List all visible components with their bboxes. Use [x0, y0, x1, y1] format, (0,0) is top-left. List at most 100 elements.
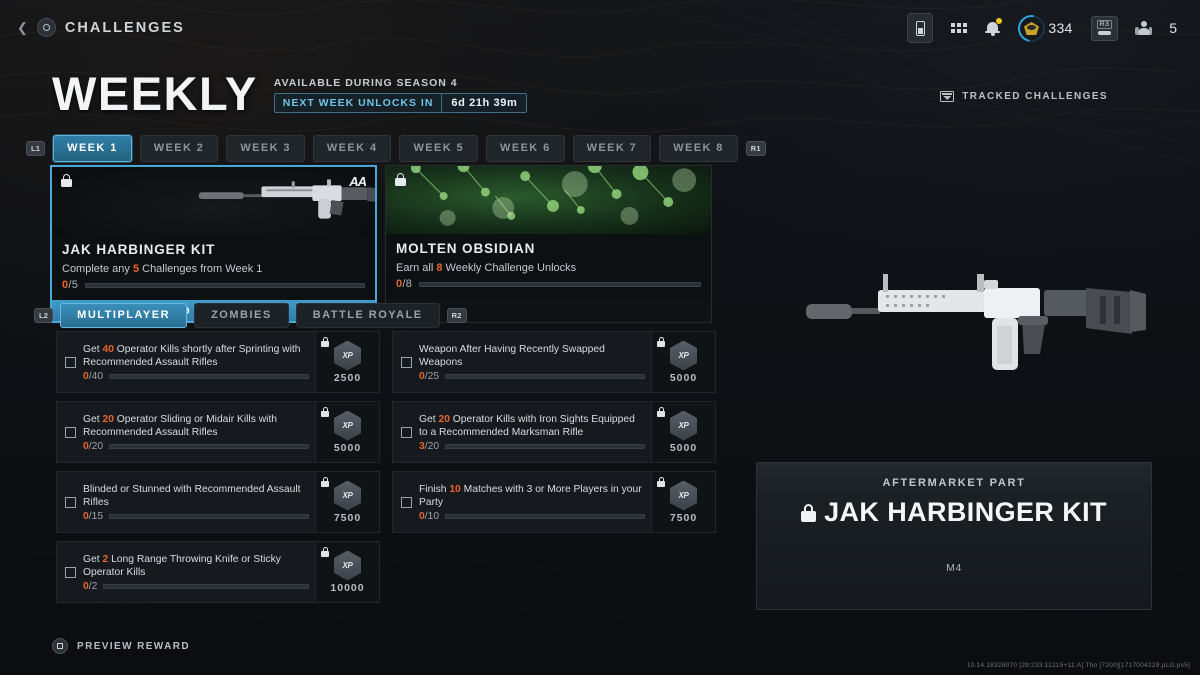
- lock-icon: [801, 504, 816, 522]
- reward-card-info: MOLTEN OBSIDIAN Earn all 8 Weekly Challe…: [386, 234, 711, 299]
- challenge-description: Get 20 Operator Sliding or Midair Kills …: [83, 413, 309, 439]
- progress-total: /40: [89, 371, 103, 382]
- challenge-content: Weapon After Having Recently Swapped Wea…: [393, 332, 651, 392]
- challenge-reward: XP2500: [315, 332, 379, 392]
- tab-week-6[interactable]: WEEK 6: [486, 135, 565, 162]
- challenge-description: Finish 10 Matches with 3 or More Players…: [419, 483, 645, 509]
- challenge-row[interactable]: Blinded or Stunned with Recommended Assa…: [56, 471, 380, 533]
- progress-bar: [109, 374, 309, 379]
- challenge-checkbox[interactable]: [65, 357, 76, 368]
- xp-amount: 2500: [334, 372, 361, 384]
- challenge-progress: 0/10: [419, 511, 645, 522]
- xp-badge-icon: XP: [334, 341, 361, 371]
- progress-total: /25: [425, 371, 439, 382]
- page-title-row: WEEKLY AVAILABLE DURING SEASON 4 NEXT WE…: [52, 72, 527, 117]
- breadcrumb: CHALLENGES: [65, 20, 185, 36]
- lock-icon: [321, 407, 329, 417]
- tab-zombies[interactable]: ZOMBIES: [194, 303, 289, 328]
- challenge-text-block: Get 20 Operator Sliding or Midair Kills …: [83, 413, 309, 452]
- party-button[interactable]: [1127, 12, 1160, 44]
- preview-reward-button[interactable]: PREVIEW REWARD: [52, 638, 190, 654]
- challenge-checkbox[interactable]: [65, 427, 76, 438]
- reward-cards: AA: [50, 165, 712, 323]
- challenge-checkbox[interactable]: [401, 497, 412, 508]
- challenge-progress: 0/25: [419, 371, 645, 382]
- challenge-checkbox[interactable]: [65, 567, 76, 578]
- tracked-challenges-label: TRACKED CHALLENGES: [962, 91, 1108, 102]
- lock-icon: [657, 337, 665, 347]
- xp-amount: 5000: [670, 442, 697, 454]
- lock-icon: [321, 547, 329, 557]
- tab-battle-royale[interactable]: BATTLE ROYALE: [296, 303, 440, 328]
- tab-week-3[interactable]: WEEK 3: [226, 135, 305, 162]
- challenge-content: Get 20 Operator Sliding or Midair Kills …: [57, 402, 315, 462]
- unlock-timer-value: 6d 21h 39m: [441, 94, 526, 112]
- r3-key-icon: R3: [1091, 16, 1119, 41]
- battery-cell[interactable]: [898, 12, 942, 44]
- tab-week-5[interactable]: WEEK 5: [399, 135, 478, 162]
- notifications-button[interactable]: [976, 12, 1009, 44]
- challenges-screen: ❮ CHALLENGES 334 R3: [0, 0, 1200, 675]
- progress-bar: [109, 514, 309, 519]
- reward-card-molten-obsidian[interactable]: MOLTEN OBSIDIAN Earn all 8 Weekly Challe…: [385, 165, 712, 323]
- challenge-checkbox[interactable]: [401, 357, 412, 368]
- reward-detail-panel: AFTERMARKET PART JAK HARBINGER KIT M4: [756, 462, 1152, 610]
- page-title: WEEKLY: [52, 72, 258, 117]
- tab-week-2[interactable]: WEEK 2: [140, 135, 219, 162]
- progress-total: /8: [402, 278, 412, 290]
- challenge-row[interactable]: Weapon After Having Recently Swapped Wea…: [392, 331, 716, 393]
- reward-card-description: Earn all 8 Weekly Challenge Unlocks: [396, 262, 701, 274]
- progress-bar: [109, 444, 309, 449]
- title-meta: AVAILABLE DURING SEASON 4 NEXT WEEK UNLO…: [274, 77, 528, 117]
- xp-amount: 5000: [670, 372, 697, 384]
- challenge-reward: XP5000: [315, 402, 379, 462]
- back-chevron-icon[interactable]: ❮: [17, 21, 28, 34]
- challenge-row[interactable]: Get 20 Operator Kills with Iron Sights E…: [392, 401, 716, 463]
- left-bumper-hint: L1: [26, 141, 45, 156]
- progress-total: /5: [68, 279, 78, 291]
- reward-card-name: MOLTEN OBSIDIAN: [396, 241, 701, 256]
- weapon-preview: [756, 232, 1152, 400]
- challenge-list: Get 40 Operator Kills shortly after Spri…: [56, 331, 716, 603]
- reward-card-jak-harbinger-kit[interactable]: AA: [50, 165, 377, 323]
- detail-base-weapon: M4: [757, 562, 1151, 574]
- challenge-checkbox[interactable]: [401, 427, 412, 438]
- tracked-challenges-button[interactable]: TRACKED CHALLENGES: [940, 91, 1108, 102]
- progress-total: /10: [425, 511, 439, 522]
- challenge-row[interactable]: Get 2 Long Range Throwing Knife or Stick…: [56, 541, 380, 603]
- lock-icon: [395, 173, 406, 186]
- challenge-reward: XP5000: [651, 332, 715, 392]
- back-navigation[interactable]: ❮ CHALLENGES: [0, 18, 185, 37]
- rank-level: 334: [1048, 20, 1072, 36]
- challenge-checkbox[interactable]: [65, 497, 76, 508]
- challenge-description: Blinded or Stunned with Recommended Assa…: [83, 483, 309, 509]
- progress-total: /20: [425, 441, 439, 452]
- challenge-row[interactable]: Finish 10 Matches with 3 or More Players…: [392, 471, 716, 533]
- challenge-progress: 0/15: [83, 511, 309, 522]
- reward-card-art: AA: [52, 167, 375, 235]
- challenge-content: Get 40 Operator Kills shortly after Spri…: [57, 332, 315, 392]
- progress-bar: [419, 282, 701, 287]
- challenge-row[interactable]: Get 20 Operator Sliding or Midair Kills …: [56, 401, 380, 463]
- tab-week-7[interactable]: WEEK 7: [573, 135, 652, 162]
- unlock-timer-label: NEXT WEEK UNLOCKS IN: [275, 94, 442, 112]
- grid-menu-button[interactable]: [942, 12, 976, 44]
- square-button-icon: [52, 638, 68, 654]
- tab-week-4[interactable]: WEEK 4: [313, 135, 392, 162]
- right-bumper-hint: R1: [746, 141, 766, 156]
- circle-button-icon[interactable]: [37, 18, 56, 37]
- tab-multiplayer[interactable]: MULTIPLAYER: [60, 303, 187, 328]
- reward-card-progress: 0/8: [396, 278, 701, 290]
- rank-display[interactable]: 334: [1009, 12, 1081, 44]
- challenge-text-block: Get 2 Long Range Throwing Knife or Stick…: [83, 553, 309, 592]
- battery-icon: [916, 21, 925, 36]
- challenge-content: Get 20 Operator Kills with Iron Sights E…: [393, 402, 651, 462]
- availability-text: AVAILABLE DURING SEASON 4: [274, 77, 528, 89]
- build-version-string: 10.14.18328070 [29:233:11215+11:A] Tho […: [967, 662, 1190, 669]
- detail-name: JAK HARBINGER KIT: [824, 497, 1107, 528]
- key-hint-button[interactable]: R3: [1082, 12, 1128, 44]
- challenge-row[interactable]: Get 40 Operator Kills shortly after Spri…: [56, 331, 380, 393]
- tab-week-8[interactable]: WEEK 8: [659, 135, 738, 162]
- unlock-timer: NEXT WEEK UNLOCKS IN 6d 21h 39m: [274, 93, 528, 113]
- tab-week-1[interactable]: WEEK 1: [53, 135, 132, 162]
